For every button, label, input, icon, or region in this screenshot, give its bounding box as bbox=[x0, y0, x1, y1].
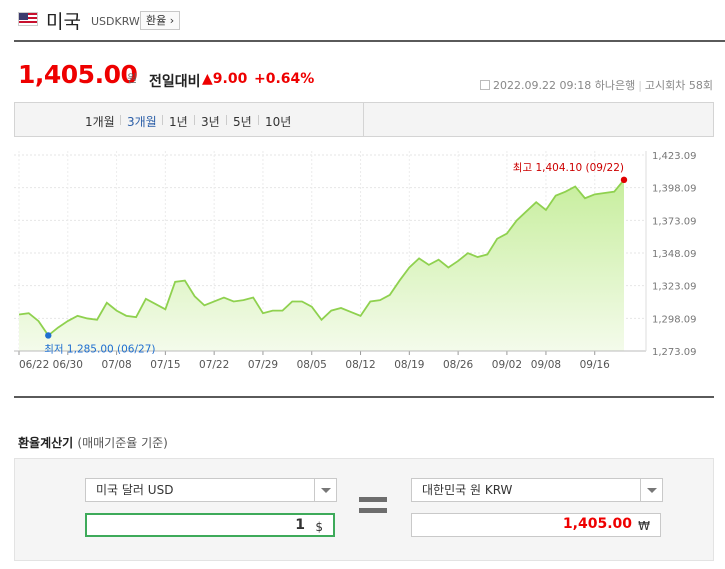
calculator-title-text: 환율계산기 bbox=[18, 436, 74, 450]
exchange-rate-tag-button[interactable]: 환율 › bbox=[140, 11, 181, 30]
x-tick-label: 09/16 bbox=[580, 359, 611, 371]
y-tick-label: 1,398.09 bbox=[652, 184, 697, 195]
x-tick-label: 07/15 bbox=[150, 359, 180, 371]
x-tick-label: 09/08 bbox=[531, 359, 561, 371]
tab-3-months[interactable]: 3개월 bbox=[127, 113, 157, 130]
y-tick-label: 1,348.09 bbox=[652, 249, 697, 260]
tab-separator bbox=[120, 115, 121, 125]
tab-1-month[interactable]: 1개월 bbox=[85, 113, 115, 130]
price-change-percent: +0.64% bbox=[254, 71, 315, 87]
price-unit: 원 bbox=[127, 72, 138, 85]
tabs-divider bbox=[363, 103, 364, 136]
calculator-title: 환율계산기 (매매기준율 기준) bbox=[18, 434, 168, 451]
period-tabs: 1개월 3개월 1년 3년 5년 10년 bbox=[14, 102, 714, 137]
y-tick-label: 1,323.09 bbox=[652, 282, 697, 293]
clock-icon bbox=[480, 80, 491, 90]
low-point bbox=[45, 332, 52, 339]
to-currency-value: 대한민국 원 KRW bbox=[422, 483, 513, 497]
chevron-down-icon[interactable] bbox=[640, 479, 662, 501]
x-tick-label: 08/12 bbox=[345, 359, 375, 371]
to-amount-input[interactable]: 1,405.00 ₩ bbox=[411, 513, 661, 537]
bank-name: 하나은행 bbox=[594, 79, 636, 92]
high-label: 최고 1,404.10 (09/22) bbox=[513, 162, 624, 174]
high-point bbox=[620, 176, 628, 184]
from-unit: $ bbox=[315, 520, 323, 534]
x-tick-label: 06/22 bbox=[19, 359, 49, 371]
x-tick-label: 07/22 bbox=[199, 359, 229, 371]
from-amount-input[interactable]: 1 $ bbox=[85, 513, 335, 537]
to-unit: ₩ bbox=[638, 519, 650, 533]
page-header: 미국 USDKRW 환율 › bbox=[0, 0, 725, 40]
x-tick-label: 07/29 bbox=[248, 359, 278, 371]
to-amount-value: 1,405.00 bbox=[562, 516, 632, 532]
tab-separator bbox=[194, 115, 195, 125]
x-tick-label: 06/30 bbox=[53, 359, 83, 371]
currency-code: USDKRW bbox=[91, 15, 140, 28]
price-change: ▲9.00 bbox=[202, 71, 248, 87]
country-name: 미국 bbox=[46, 11, 81, 33]
quote-datetime: 2022.09.22 09:18 bbox=[493, 79, 592, 92]
us-flag-icon bbox=[18, 12, 38, 26]
from-currency-value: 미국 달러 USD bbox=[96, 483, 174, 497]
from-currency-select[interactable]: 미국 달러 USD bbox=[85, 478, 337, 502]
y-tick-label: 1,273.09 bbox=[652, 347, 697, 358]
notice-round: 고시회차 58회 bbox=[644, 79, 713, 92]
y-tick-label: 1,373.09 bbox=[652, 216, 697, 227]
to-currency-select[interactable]: 대한민국 원 KRW bbox=[411, 478, 663, 502]
quote-meta: 2022.09.22 09:18 하나은행 | 고시회차 58회 bbox=[480, 77, 713, 93]
current-price: 1,405.00 bbox=[18, 60, 138, 89]
header-divider bbox=[14, 40, 725, 42]
x-tick-label: 08/26 bbox=[443, 359, 474, 371]
tab-separator bbox=[258, 115, 259, 125]
tab-10-years[interactable]: 10년 bbox=[265, 113, 291, 130]
tab-1-year[interactable]: 1년 bbox=[169, 113, 188, 130]
exchange-rate-chart: 1,273.09 1,298.09 1,323.09 1,348.09 1,373.09… bbox=[14, 151, 697, 371]
calculator-subtitle: (매매기준율 기준) bbox=[77, 436, 168, 450]
tab-3-years[interactable]: 3년 bbox=[201, 113, 220, 130]
x-tick-label: 08/05 bbox=[297, 359, 327, 371]
tab-separator bbox=[162, 115, 163, 125]
compare-label: 전일대비 bbox=[149, 74, 201, 90]
chevron-down-icon[interactable] bbox=[314, 479, 336, 501]
x-tick-label: 07/08 bbox=[101, 359, 131, 371]
x-tick-label: 09/02 bbox=[492, 359, 522, 371]
tab-5-years[interactable]: 5년 bbox=[233, 113, 252, 130]
section-divider bbox=[14, 396, 714, 398]
meta-separator: | bbox=[638, 79, 642, 92]
tab-separator bbox=[226, 115, 227, 125]
from-amount-value: 1 bbox=[295, 517, 305, 533]
x-tick-label: 08/19 bbox=[394, 359, 424, 371]
low-label: 최저 1,285.00 (06/27) bbox=[44, 343, 155, 355]
y-tick-label: 1,298.09 bbox=[652, 314, 697, 325]
equals-icon bbox=[359, 497, 387, 515]
y-tick-label: 1,423.09 bbox=[652, 151, 697, 162]
